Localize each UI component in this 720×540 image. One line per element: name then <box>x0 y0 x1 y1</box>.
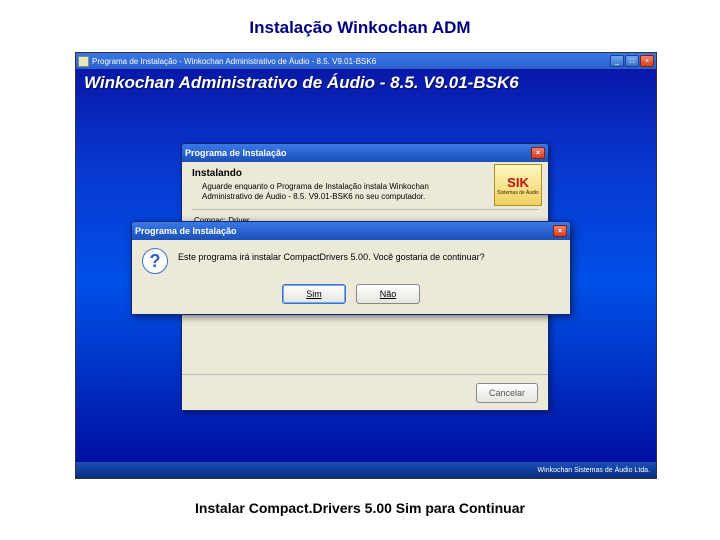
outer-window-title: Programa de Instalação - Winkochan Admin… <box>92 57 610 66</box>
installer-subtext: Aguarde enquanto o Programa de Instalaçã… <box>202 182 472 203</box>
minimize-button[interactable]: _ <box>610 55 624 67</box>
confirm-message: Este programa irá instalar CompactDriver… <box>178 252 485 274</box>
maximize-button[interactable]: □ <box>625 55 639 67</box>
divider <box>192 209 538 210</box>
app-icon <box>78 56 89 67</box>
sik-logo: SIK Sistemas de Áudio <box>494 164 542 206</box>
installer-screenshot: Programa de Instalação - Winkochan Admin… <box>75 52 657 479</box>
installer-title: Programa de Instalação <box>185 148 531 158</box>
question-icon: ? <box>142 248 168 274</box>
confirm-close-button[interactable]: × <box>553 225 567 237</box>
outer-window-titlebar: Programa de Instalação - Winkochan Admin… <box>76 53 656 69</box>
status-bar-text: Winkochan Sistemas de Áudio Ltda. <box>538 467 650 474</box>
confirm-title: Programa de Instalação <box>135 226 553 236</box>
slide-title: Instalação Winkochan ADM <box>0 0 720 44</box>
no-button-label: Não <box>380 289 397 299</box>
status-bar: Winkochan Sistemas de Áudio Ltda. <box>76 462 656 478</box>
sik-logo-subtext: Sistemas de Áudio <box>497 190 539 196</box>
product-banner: Winkochan Administrativo de Áudio - 8.5.… <box>84 73 519 93</box>
sik-logo-text: SIK <box>507 175 529 190</box>
installer-heading: Instalando <box>192 168 538 179</box>
installer-titlebar: Programa de Instalação × <box>182 144 548 162</box>
close-button[interactable]: × <box>640 55 654 67</box>
installer-close-button[interactable]: × <box>531 147 545 159</box>
slide-caption: Instalar Compact.Drivers 5.00 Sim para C… <box>0 500 720 516</box>
yes-button-label: Sim <box>306 289 322 299</box>
yes-button[interactable]: Sim <box>282 284 346 304</box>
no-button[interactable]: Não <box>356 284 420 304</box>
confirm-titlebar: Programa de Instalação × <box>132 222 570 240</box>
cancel-button[interactable]: Cancelar <box>476 383 538 403</box>
installer-footer: Cancelar <box>182 374 548 410</box>
installer-background: Winkochan Administrativo de Áudio - 8.5.… <box>76 69 656 462</box>
confirm-dialog: Programa de Instalação × ? Este programa… <box>131 221 571 315</box>
